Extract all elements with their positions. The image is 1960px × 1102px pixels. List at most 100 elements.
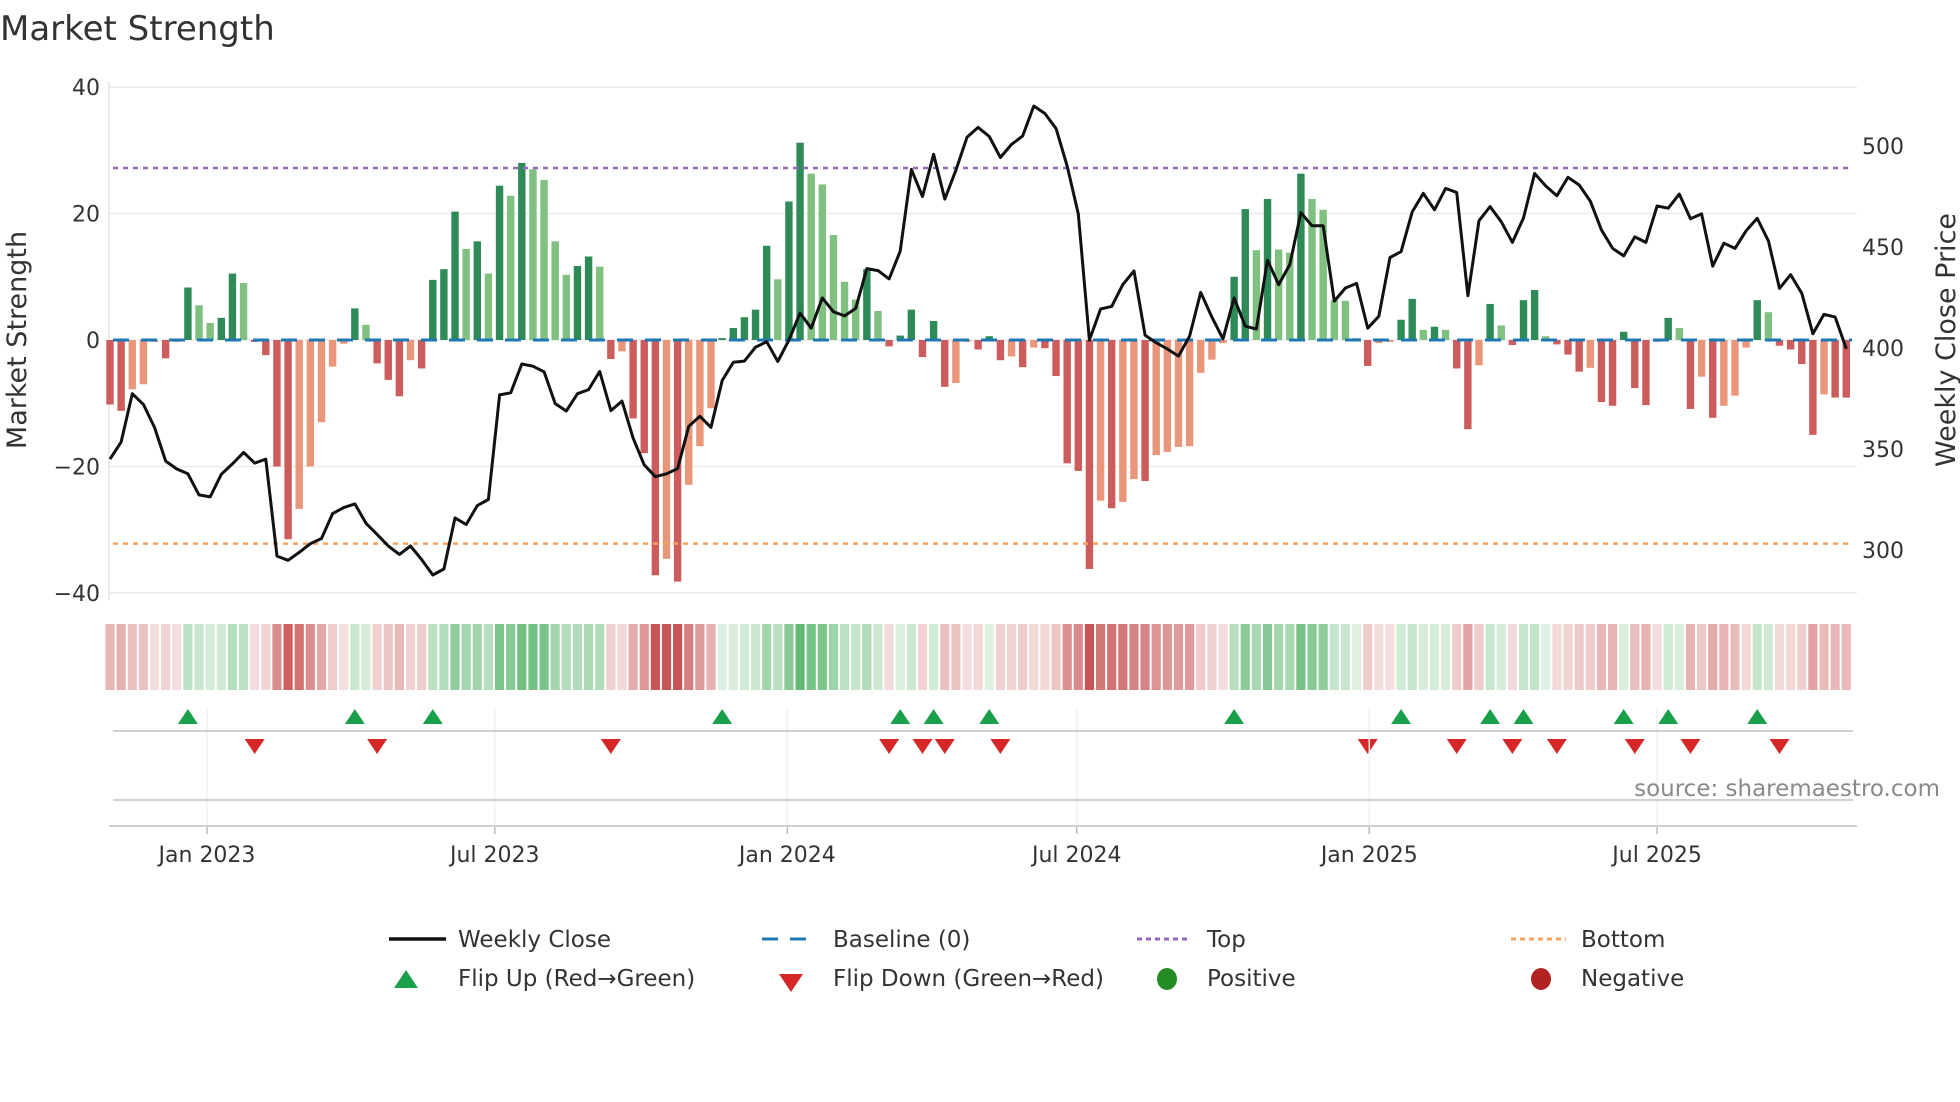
bar-negative — [1052, 340, 1060, 377]
strip-cell-negative — [684, 624, 694, 690]
strip-cell-negative — [372, 624, 382, 690]
y-tick-label: 20 — [72, 203, 100, 228]
strip-cell-negative — [149, 624, 160, 690]
x-tick-label: Jan 2024 — [737, 843, 836, 868]
bar-positive — [506, 195, 515, 340]
strip-cell-negative — [951, 624, 961, 690]
bar-positive — [540, 179, 548, 340]
strip-cell-negative — [1140, 624, 1150, 690]
bar-positive — [518, 162, 526, 340]
strip-cell-negative — [1507, 624, 1517, 690]
strip-cell-negative — [417, 624, 427, 690]
bar-negative — [317, 340, 326, 423]
strip-cell-negative — [1118, 624, 1128, 690]
bar-negative — [106, 340, 114, 405]
strip-cell-negative — [1641, 624, 1651, 690]
legend-label: Positive — [1207, 966, 1296, 992]
bar-negative — [974, 340, 982, 350]
strip-cell-positive — [1663, 624, 1673, 690]
bar-positive — [785, 201, 793, 340]
flip-down-marker — [1546, 739, 1567, 754]
bar-negative — [139, 340, 148, 385]
flip-down-marker — [912, 739, 933, 754]
strip-cell-negative — [706, 624, 716, 690]
strip-cell-positive — [750, 624, 761, 690]
strip-cell-positive — [795, 624, 805, 690]
strip-cell-negative — [1006, 624, 1017, 690]
bar-positive — [1330, 300, 1338, 340]
strip-cell-negative — [628, 624, 638, 690]
legend-item-top: Top — [1137, 927, 1246, 953]
bar-negative — [1575, 340, 1583, 372]
bar-positive — [239, 283, 248, 340]
strip-cell-negative — [1162, 624, 1172, 690]
bar-negative — [1363, 340, 1372, 366]
strip-cell-positive — [539, 624, 549, 690]
strip-cell-positive — [1351, 624, 1362, 690]
bar-negative — [406, 340, 415, 361]
strip-cell-positive — [439, 624, 449, 690]
flip-down-marker — [879, 739, 900, 754]
strip-cell-positive — [205, 624, 215, 690]
strip-cell-negative — [138, 624, 148, 690]
strip-cell-positive — [1541, 624, 1551, 690]
bar-positive — [1486, 303, 1494, 340]
flip-down-marker — [1502, 739, 1523, 754]
strip-cell-negative — [940, 624, 950, 690]
flip-up-marker — [1480, 709, 1501, 724]
x-tick-label: Jul 2024 — [1030, 843, 1122, 868]
legend: Weekly Close Baseline (0) Top Bottom Fli… — [389, 927, 1684, 992]
bar-positive — [1274, 249, 1283, 340]
bar-negative — [1809, 340, 1817, 435]
flip-up-marker — [344, 709, 365, 724]
legend-label: Baseline (0) — [833, 927, 970, 953]
bar-negative — [161, 340, 170, 359]
bar-negative — [996, 340, 1005, 361]
strip-cell-positive — [1518, 624, 1529, 690]
circle-negative-icon — [1531, 968, 1551, 990]
flip-down-marker — [1357, 739, 1378, 754]
bar-negative — [1163, 340, 1172, 452]
bar-positive — [551, 241, 559, 340]
bar-positive — [774, 279, 782, 340]
strip-cell-positive — [494, 624, 505, 690]
market-strength-chart: Market Strength 40 20 0 −20 −40 500 450 400 350… — [0, 9, 1960, 992]
strength-heat-strip — [105, 624, 1851, 690]
bar-negative — [1631, 340, 1639, 389]
bar-negative — [1642, 340, 1650, 406]
bar-negative — [417, 340, 426, 369]
legend-item-negative: Negative — [1531, 966, 1684, 992]
strip-cell-negative — [1018, 624, 1028, 690]
chart-title: Market Strength — [0, 9, 275, 49]
bar-negative — [128, 340, 136, 390]
bar-negative — [640, 340, 648, 454]
bar-positive — [228, 273, 237, 340]
strip-cell-negative — [1196, 624, 1206, 690]
strip-cell-positive — [773, 624, 783, 690]
strip-cell-positive — [1619, 624, 1629, 690]
strip-cell-negative — [1596, 624, 1607, 690]
flip-up-marker — [923, 709, 944, 724]
strip-cell-positive — [851, 624, 861, 690]
strip-cell-positive — [483, 624, 494, 690]
strip-cell-positive — [1763, 624, 1773, 690]
bar-positive — [907, 309, 916, 340]
strip-cell-positive — [906, 624, 916, 690]
strip-cell-positive — [461, 624, 471, 690]
strip-cell-positive — [1418, 624, 1428, 690]
y-axis-ticks: 40 20 0 −20 −40 — [54, 76, 100, 607]
legend-item-flip-down: Flip Down (Green→Red) — [779, 966, 1104, 992]
strip-cell-positive — [895, 624, 905, 690]
strip-cell-positive — [1274, 624, 1284, 690]
bar-negative — [295, 340, 303, 509]
strip-cell-positive — [828, 624, 839, 690]
strip-cell-negative — [1107, 624, 1117, 690]
bar-negative — [1608, 340, 1617, 406]
bar-positive — [807, 173, 815, 340]
bar-positive — [1308, 198, 1316, 340]
strip-cell-positive — [1752, 624, 1762, 690]
bar-negative — [373, 340, 381, 364]
bar-positive — [1519, 300, 1528, 340]
strip-cell-positive — [728, 624, 738, 690]
strip-cell-negative — [1463, 624, 1473, 690]
